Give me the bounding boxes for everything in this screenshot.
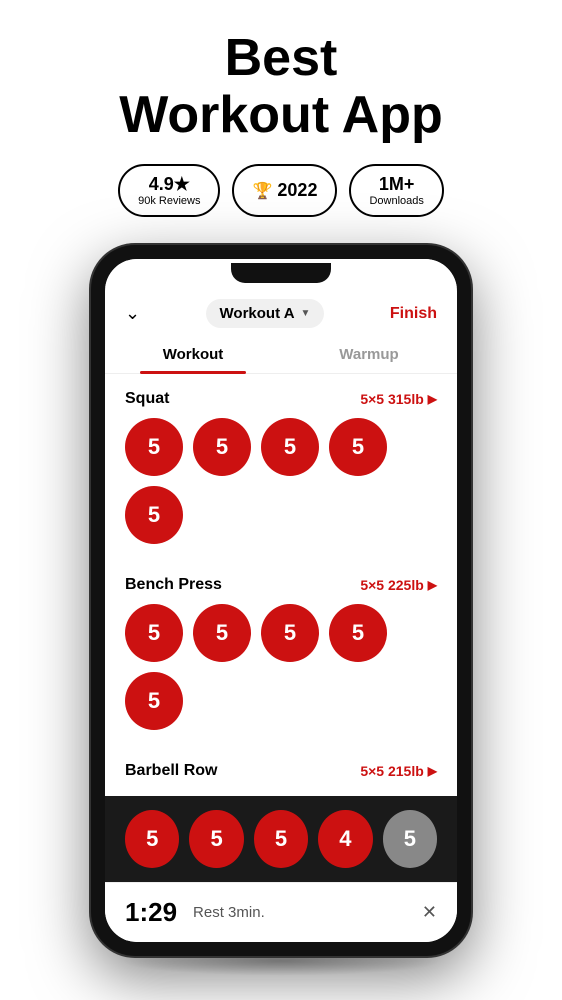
bench-arrow-icon: ▶ [428,578,437,592]
back-chevron-icon[interactable]: ⌄ [125,303,140,324]
bench-sets: 5 5 5 5 5 [125,604,437,730]
badge-award: 🏆 2022 [232,164,337,217]
bench-set-1[interactable]: 5 [125,604,183,662]
phone-mockup: ⌄ Workout A ▼ Finish Workout Warmup [71,245,491,976]
exercise-squat: Squat 5×5 315lb ▶ 5 5 5 5 5 [105,378,457,564]
squat-set-3[interactable]: 5 [261,418,319,476]
rest-timer-label: Rest 3min. [193,904,406,921]
tabs-row: Workout Warmup [105,336,457,374]
bottom-set-1[interactable]: 5 [125,810,179,868]
bottom-set-2[interactable]: 5 [189,810,243,868]
badge-rating: 4.9★ 90k Reviews [118,164,220,217]
badge-downloads-sub: Downloads [369,195,423,207]
squat-set-1[interactable]: 5 [125,418,183,476]
badge-award-inline: 🏆 2022 [252,180,317,201]
badge-award-year: 2022 [277,180,317,201]
exercise-barbell-row: Barbell Row 5×5 215lb ▶ [105,750,457,796]
squat-name[interactable]: Squat [125,390,169,408]
rest-timer-bar: 1:29 Rest 3min. ✕ [105,882,457,942]
phone-screen: ⌄ Workout A ▼ Finish Workout Warmup [105,259,457,942]
squat-set-4[interactable]: 5 [329,418,387,476]
workout-selector[interactable]: Workout A ▼ [206,299,325,328]
tab-warmup[interactable]: Warmup [281,336,457,373]
header-section: Best Workout App [99,0,463,164]
bottom-set-4[interactable]: 4 [318,810,372,868]
tab-workout[interactable]: Workout [105,336,281,373]
squat-header-row: Squat 5×5 315lb ▶ [125,390,437,408]
bottom-set-3[interactable]: 5 [254,810,308,868]
headline: Best Workout App [119,30,443,144]
bottom-sets-bar: 5 5 5 4 5 [105,796,457,882]
squat-sets: 5 5 5 5 5 [125,418,437,544]
headline-line2: Workout App [119,86,443,144]
camera-notch [231,263,331,283]
badges-row: 4.9★ 90k Reviews 🏆 2022 1M+ Downloads [118,164,444,217]
exercise-bench-press: Bench Press 5×5 225lb ▶ 5 5 5 5 5 [105,564,457,750]
bench-set-3[interactable]: 5 [261,604,319,662]
badge-downloads: 1M+ Downloads [349,164,443,217]
barbell-name[interactable]: Barbell Row [125,762,217,780]
bench-set-5[interactable]: 5 [125,672,183,730]
bench-meta: 5×5 225lb ▶ [360,577,437,593]
phone-topbar [105,259,457,287]
close-icon[interactable]: ✕ [422,902,437,923]
app-header: ⌄ Workout A ▼ Finish [105,287,457,336]
squat-set-5[interactable]: 5 [125,486,183,544]
bench-header-row: Bench Press 5×5 225lb ▶ [125,576,437,594]
headline-line1: Best [225,29,338,87]
workout-name: Workout A [220,305,295,322]
bench-set-4[interactable]: 5 [329,604,387,662]
bench-name[interactable]: Bench Press [125,576,222,594]
phone-shell: ⌄ Workout A ▼ Finish Workout Warmup [91,245,471,956]
trophy-icon: 🏆 [252,181,272,201]
barbell-header-row: Barbell Row 5×5 215lb ▶ [125,762,437,780]
squat-arrow-icon: ▶ [428,392,437,406]
bottom-set-5[interactable]: 5 [383,810,437,868]
badge-rating-main: 4.9★ [149,174,190,195]
badge-rating-sub: 90k Reviews [138,195,200,207]
squat-set-2[interactable]: 5 [193,418,251,476]
barbell-arrow-icon: ▶ [428,764,437,778]
squat-meta: 5×5 315lb ▶ [360,391,437,407]
bench-set-2[interactable]: 5 [193,604,251,662]
finish-button[interactable]: Finish [390,305,437,323]
badge-downloads-main: 1M+ [379,174,415,195]
barbell-meta: 5×5 215lb ▶ [360,763,437,779]
rest-timer-time: 1:29 [125,897,177,928]
dropdown-chevron-icon: ▼ [301,308,311,319]
